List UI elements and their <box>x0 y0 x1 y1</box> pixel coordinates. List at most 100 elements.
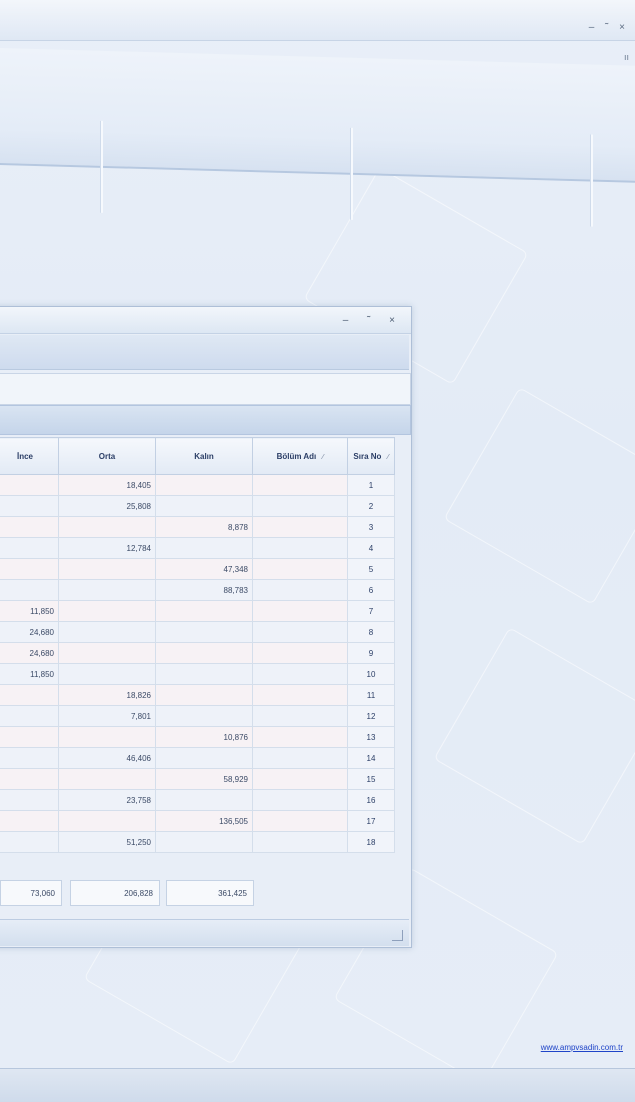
column-header-sira-no[interactable]: Sıra No ⁄ <box>347 437 395 475</box>
cell-orta[interactable] <box>58 663 156 685</box>
cell-kalin[interactable] <box>155 495 253 517</box>
cell-ince[interactable] <box>0 768 59 790</box>
table-row[interactable]: 88,783 6 <box>0 579 395 601</box>
cell-bolum[interactable] <box>252 516 348 538</box>
cell-bolum[interactable] <box>252 642 348 664</box>
table-row[interactable]: 51,250 18 <box>0 831 395 853</box>
cell-no[interactable]: 10 <box>347 663 395 685</box>
cell-no[interactable]: 7 <box>347 600 395 622</box>
cell-orta[interactable] <box>58 516 156 538</box>
filter-field[interactable] <box>0 373 411 405</box>
cell-no[interactable]: 17 <box>347 810 395 832</box>
cell-no[interactable]: 15 <box>347 768 395 790</box>
cell-orta[interactable]: 18,826 <box>58 684 156 706</box>
table-row[interactable]: 47,348 5 <box>0 558 395 580</box>
cell-orta[interactable]: 46,406 <box>58 747 156 769</box>
column-header-bolum-adi[interactable]: Bölüm Adı ⁄ <box>252 437 348 475</box>
window-extra-button[interactable]: ıı <box>624 52 629 62</box>
cell-ince[interactable]: 11,850 <box>0 663 59 685</box>
cell-kalin[interactable] <box>155 747 253 769</box>
cell-kalin[interactable]: 47,348 <box>155 558 253 580</box>
cell-orta[interactable]: 23,758 <box>58 789 156 811</box>
cell-kalin[interactable]: 10,876 <box>155 726 253 748</box>
cell-ince[interactable] <box>0 579 59 601</box>
cell-kalin[interactable] <box>155 621 253 643</box>
column-header-ince[interactable]: İnce <box>0 437 59 475</box>
table-row[interactable]: 12,784 4 <box>0 537 395 559</box>
table-row[interactable]: 8,878 3 <box>0 516 395 538</box>
cell-bolum[interactable] <box>252 474 348 496</box>
cell-no[interactable]: 11 <box>347 684 395 706</box>
cell-bolum[interactable] <box>252 684 348 706</box>
cell-ince[interactable]: 11,850 <box>0 600 59 622</box>
cell-ince[interactable]: 24,680 <box>0 621 59 643</box>
report-window-controls[interactable]: – ˜ × <box>343 315 403 326</box>
cell-kalin[interactable] <box>155 831 253 853</box>
cell-orta[interactable] <box>58 810 156 832</box>
cell-no[interactable]: 2 <box>347 495 395 517</box>
cell-bolum[interactable] <box>252 789 348 811</box>
cell-ince[interactable] <box>0 747 59 769</box>
cell-bolum[interactable] <box>252 537 348 559</box>
table-row[interactable]: 11,850 7 <box>0 600 395 622</box>
cell-no[interactable]: 6 <box>347 579 395 601</box>
column-header-kalin[interactable]: Kalın <box>155 437 253 475</box>
cell-bolum[interactable] <box>252 663 348 685</box>
cell-no[interactable]: 1 <box>347 474 395 496</box>
cell-kalin[interactable] <box>155 705 253 727</box>
cell-orta[interactable]: 12,784 <box>58 537 156 559</box>
cell-orta[interactable] <box>58 621 156 643</box>
cell-ince[interactable] <box>0 810 59 832</box>
cell-ince[interactable] <box>0 684 59 706</box>
cell-kalin[interactable] <box>155 474 253 496</box>
cell-bolum[interactable] <box>252 600 348 622</box>
table-row[interactable]: 10,876 13 <box>0 726 395 748</box>
cell-kalin[interactable] <box>155 537 253 559</box>
cell-ince[interactable] <box>0 495 59 517</box>
cell-kalin[interactable] <box>155 789 253 811</box>
cell-kalin[interactable] <box>155 663 253 685</box>
cell-no[interactable]: 5 <box>347 558 395 580</box>
table-row[interactable]: 58,929 15 <box>0 768 395 790</box>
cell-ince[interactable]: 24,680 <box>0 642 59 664</box>
cell-orta[interactable]: 18,405 <box>58 474 156 496</box>
cell-ince[interactable] <box>0 831 59 853</box>
resize-grip-icon[interactable] <box>392 930 403 941</box>
table-row[interactable]: 46,406 14 <box>0 747 395 769</box>
cell-orta[interactable]: 7,801 <box>58 705 156 727</box>
cell-bolum[interactable] <box>252 495 348 517</box>
cell-orta[interactable] <box>58 768 156 790</box>
table-row[interactable]: 18,405 1 <box>0 474 395 496</box>
cell-bolum[interactable] <box>252 810 348 832</box>
table-row[interactable]: 24,680 8 <box>0 621 395 643</box>
cell-ince[interactable] <box>0 558 59 580</box>
cell-kalin[interactable]: 8,878 <box>155 516 253 538</box>
table-row[interactable]: 136,505 17 <box>0 810 395 832</box>
table-row[interactable]: 18,826 11 <box>0 684 395 706</box>
cell-orta[interactable] <box>58 726 156 748</box>
cell-bolum[interactable] <box>252 705 348 727</box>
table-row[interactable]: 24,680 9 <box>0 642 395 664</box>
cell-bolum[interactable] <box>252 621 348 643</box>
cell-no[interactable]: 9 <box>347 642 395 664</box>
table-row[interactable]: 11,850 10 <box>0 663 395 685</box>
cell-kalin[interactable] <box>155 684 253 706</box>
cell-ince[interactable] <box>0 516 59 538</box>
cell-bolum[interactable] <box>252 747 348 769</box>
cell-no[interactable]: 12 <box>347 705 395 727</box>
cell-orta[interactable]: 51,250 <box>58 831 156 853</box>
cell-orta[interactable] <box>58 642 156 664</box>
cell-orta[interactable] <box>58 558 156 580</box>
cell-no[interactable]: 8 <box>347 621 395 643</box>
cell-no[interactable]: 3 <box>347 516 395 538</box>
cell-no[interactable]: 4 <box>347 537 395 559</box>
cell-ince[interactable] <box>0 789 59 811</box>
cell-bolum[interactable] <box>252 558 348 580</box>
cell-kalin[interactable] <box>155 600 253 622</box>
window-controls[interactable]: – ˜ × <box>589 22 629 33</box>
cell-bolum[interactable] <box>252 768 348 790</box>
cell-kalin[interactable]: 58,929 <box>155 768 253 790</box>
cell-bolum[interactable] <box>252 726 348 748</box>
cell-bolum[interactable] <box>252 579 348 601</box>
cell-kalin[interactable]: 136,505 <box>155 810 253 832</box>
